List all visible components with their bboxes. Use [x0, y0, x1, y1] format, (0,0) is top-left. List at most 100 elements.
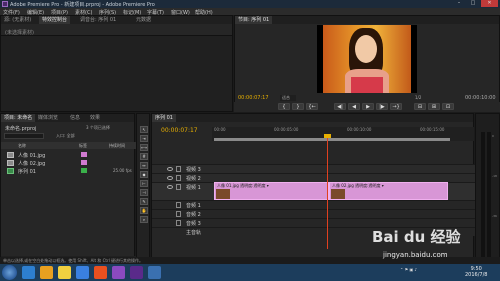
- premiere-taskbar-icon[interactable]: [130, 266, 143, 279]
- subject-face: [355, 35, 377, 63]
- export-frame-button[interactable]: ⊡: [442, 103, 454, 110]
- go-to-in-button[interactable]: {←: [306, 103, 318, 110]
- firefox-icon[interactable]: [94, 266, 107, 279]
- watermark-logo: Bai du 经验: [372, 228, 461, 246]
- tab-effect-controls[interactable]: 特效控制台: [39, 16, 71, 24]
- project-item[interactable]: 序列 01 25.00 fps: [1, 167, 136, 175]
- track-video-3[interactable]: 视频 3: [152, 164, 475, 173]
- tools-panel: ↖ ⇥ ⟷ # ↔ ◆ ⊢ ⊣ ✎ ✋ ⌕: [136, 113, 150, 265]
- rolling-edit-tool-icon[interactable]: #: [140, 153, 148, 160]
- timeline-tab-row: 序列 01: [152, 114, 473, 122]
- work-area-bar[interactable]: [214, 138, 450, 141]
- meter-scale-label: -36: [492, 214, 497, 218]
- track-select-tool-icon[interactable]: ⇥: [140, 135, 148, 142]
- timeline-playhead-handle[interactable]: [324, 134, 331, 138]
- track-visibility-icon[interactable]: [167, 176, 173, 180]
- entry-filter-dropdown[interactable]: 入口: 全部: [56, 133, 75, 139]
- folder-icon[interactable]: [40, 266, 53, 279]
- project-item[interactable]: 人像 02.jpg: [1, 159, 136, 167]
- project-search-input[interactable]: [4, 133, 44, 139]
- timeline-clip[interactable]: 人像 02.jpg 透明度:透明度 ▾: [329, 182, 448, 200]
- track-visibility-icon[interactable]: [167, 185, 173, 189]
- track-name: 音频 2: [186, 212, 201, 218]
- program-timecode[interactable]: 00:00:07:17: [238, 95, 269, 101]
- track-video-2[interactable]: 视频 2: [152, 173, 475, 182]
- mark-out-button[interactable]: }: [292, 103, 304, 110]
- track-audio-1[interactable]: 音频 1: [152, 200, 475, 209]
- minimize-button[interactable]: –: [452, 0, 466, 7]
- window-title: Adobe Premiere Pro - 新建项目.prproj - Adobe…: [10, 2, 155, 8]
- track-visibility-icon[interactable]: [167, 167, 173, 171]
- tab-effects[interactable]: 效果: [87, 114, 103, 122]
- extract-button[interactable]: ⊞: [428, 103, 440, 110]
- label-color-swatch: [81, 160, 87, 165]
- fit-dropdown[interactable]: 适合: [280, 95, 296, 101]
- timeline-timecode[interactable]: 00:00:07:17: [161, 127, 198, 134]
- track-lock-icon[interactable]: [176, 166, 181, 172]
- explorer-icon[interactable]: [58, 266, 71, 279]
- track-lock-icon[interactable]: [176, 202, 181, 208]
- audio-meter-right: [487, 132, 491, 260]
- ruler-tick-label: 00:00:10:00: [347, 127, 372, 132]
- track-lock-icon[interactable]: [176, 175, 181, 181]
- razor-tool-icon[interactable]: ◆: [140, 171, 148, 178]
- mark-in-button[interactable]: {: [278, 103, 290, 110]
- ruler-tick-label: 00:00: [214, 127, 226, 132]
- tab-audio-mixer[interactable]: 调音台: 序列 01: [77, 16, 119, 24]
- track-lock-icon[interactable]: [176, 220, 181, 226]
- qq-icon[interactable]: [76, 266, 89, 279]
- track-name: 主音轨: [186, 230, 202, 236]
- track-name: 音频 1: [186, 203, 201, 209]
- timeline-clip[interactable]: 人像 01.jpg 透明度:透明度 ▾: [214, 182, 329, 200]
- project-item[interactable]: 人像 01.jpg: [1, 151, 136, 159]
- ruler-tick-label: 00:00:05:00: [274, 127, 299, 132]
- tab-sequence[interactable]: 序列 01: [152, 114, 176, 122]
- subject-clothing: [351, 77, 383, 93]
- ie-icon[interactable]: [22, 266, 35, 279]
- track-name: 音频 3: [186, 221, 201, 227]
- tab-media-browser[interactable]: 媒体浏览: [35, 114, 61, 122]
- program-transport-controls: { } {← ◀| ◀ ▶ |▶ →} ⊟ ⊞ ⊡: [234, 102, 500, 112]
- system-tray[interactable]: ⌃ ⚑ ▣ ♪: [400, 267, 417, 272]
- lift-button[interactable]: ⊟: [414, 103, 426, 110]
- clock-date: 2016/7/8: [465, 272, 488, 278]
- column-label[interactable]: 标签: [79, 143, 87, 149]
- rate-stretch-tool-icon[interactable]: ↔: [140, 162, 148, 169]
- slip-tool-icon[interactable]: ⊢: [140, 180, 148, 187]
- ripple-edit-tool-icon[interactable]: ⟷: [140, 144, 148, 151]
- slide-tool-icon[interactable]: ⊣: [140, 189, 148, 196]
- hand-tool-icon[interactable]: ✋: [140, 207, 148, 214]
- clip-thumbnail: [331, 189, 345, 199]
- meter-scale-label: 0: [492, 134, 494, 138]
- selection-tool-icon[interactable]: ↖: [140, 126, 148, 133]
- selection-count: 3 个项已选择: [86, 125, 110, 130]
- zoom-tool-icon[interactable]: ⌕: [140, 216, 148, 223]
- tab-program[interactable]: 节目: 序列 01: [235, 16, 273, 24]
- start-button[interactable]: [2, 265, 17, 280]
- menu-bar: 文件(F) 编辑(E) 项目(P) 素材(C) 序列(S) 标记(M) 字幕(T…: [0, 8, 500, 16]
- system-clock[interactable]: 9:50 2016/7/8: [465, 266, 487, 278]
- pen-tool-icon[interactable]: ✎: [140, 198, 148, 205]
- play-button[interactable]: ▶: [362, 103, 374, 110]
- tab-metadata[interactable]: 元数据: [133, 16, 154, 24]
- go-to-out-button[interactable]: →}: [390, 103, 402, 110]
- track-lock-icon[interactable]: [176, 211, 181, 217]
- tab-project[interactable]: 项目: 未命名: [1, 114, 36, 122]
- media-player-icon[interactable]: [112, 266, 125, 279]
- tab-info[interactable]: 信息: [67, 114, 83, 122]
- column-name[interactable]: 名称: [18, 143, 26, 149]
- close-button[interactable]: ✕: [481, 0, 498, 7]
- tab-source[interactable]: 源: (无素材): [1, 16, 34, 24]
- maximize-button[interactable]: □: [466, 0, 480, 7]
- browser-taskbar-icon[interactable]: [148, 266, 161, 279]
- rewind-button[interactable]: ◀: [348, 103, 360, 110]
- resolution-dropdown[interactable]: 1/2: [415, 95, 421, 100]
- column-duration[interactable]: 持续时间: [109, 143, 125, 149]
- track-lock-icon[interactable]: [176, 184, 181, 190]
- track-audio-2[interactable]: 音频 2: [152, 209, 475, 218]
- step-back-button[interactable]: ◀|: [334, 103, 346, 110]
- project-tab-row: 项目: 未命名 媒体浏览 信息 效果: [1, 114, 134, 122]
- step-forward-button[interactable]: |▶: [376, 103, 388, 110]
- timeline-playhead-line[interactable]: [327, 134, 328, 249]
- program-tab-row: 节目: 序列 01: [235, 16, 499, 24]
